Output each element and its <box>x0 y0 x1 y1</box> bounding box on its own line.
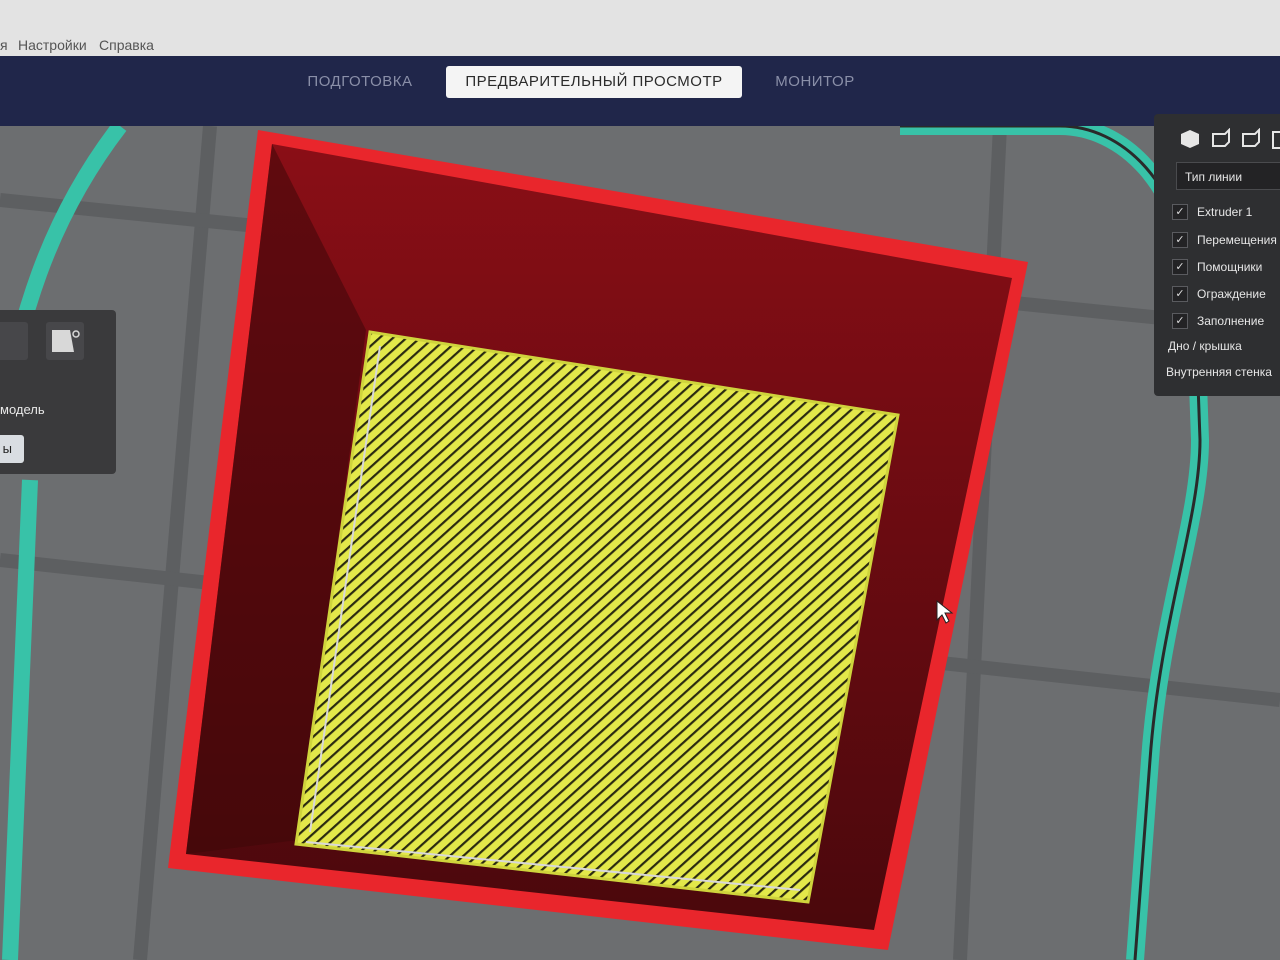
support-blocker-icon[interactable] <box>46 322 84 360</box>
tab-preview[interactable]: ПРЕДВАРИТЕЛЬНЫЙ ПРОСМОТР <box>446 66 742 98</box>
tool-panel: модель ы <box>0 310 116 474</box>
view-3d-icon[interactable] <box>1179 128 1201 150</box>
menu-item-help[interactable]: Справка <box>99 37 154 53</box>
view-side-icon[interactable] <box>1269 128 1280 150</box>
checkbox-infill[interactable]: ✓ <box>1172 313 1188 329</box>
view-top-icon[interactable] <box>1239 128 1261 150</box>
3d-viewport[interactable] <box>0 126 1280 960</box>
panel-action-button[interactable]: ы <box>0 435 24 463</box>
view-settings-panel: Тип линии ✓ Extruder 1 ✓ Перемещения ✓ П… <box>1154 114 1280 396</box>
support-blocker-glyph <box>52 330 80 352</box>
scale-tool-icon[interactable] <box>0 322 28 360</box>
label-top-bottom: Дно / крышка <box>1168 339 1242 353</box>
checkbox-label: Помощники <box>1197 260 1263 274</box>
menu-bar: я Настройки Справка <box>0 0 1280 60</box>
line-type-select[interactable]: Тип линии <box>1176 162 1280 190</box>
label-inner-wall: Внутренняя стенка <box>1166 365 1272 379</box>
build-plate-scene <box>0 126 1280 960</box>
checkbox-helpers[interactable]: ✓ <box>1172 259 1188 275</box>
model-label: модель <box>0 402 45 417</box>
view-front-icon[interactable] <box>1209 128 1231 150</box>
menu-item-settings[interactable]: Настройки <box>18 37 87 53</box>
checkbox-label: Extruder 1 <box>1197 205 1253 219</box>
top-surface <box>294 330 900 904</box>
checkbox-label: Ограждение <box>1197 287 1266 301</box>
tab-monitor[interactable]: МОНИТОР <box>762 66 868 98</box>
checkbox-shell[interactable]: ✓ <box>1172 286 1188 302</box>
checkbox-label: Заполнение <box>1197 314 1265 328</box>
checkbox-extruder[interactable]: ✓ <box>1172 204 1188 220</box>
menu-item-truncated[interactable]: я <box>0 37 8 53</box>
tab-prepare[interactable]: ПОДГОТОВКА <box>290 66 430 98</box>
stage-bar: ПОДГОТОВКА ПРЕДВАРИТЕЛЬНЫЙ ПРОСМОТР МОНИ… <box>0 56 1280 126</box>
checkbox-travels[interactable]: ✓ <box>1172 232 1188 248</box>
checkbox-label: Перемещения <box>1197 233 1277 247</box>
